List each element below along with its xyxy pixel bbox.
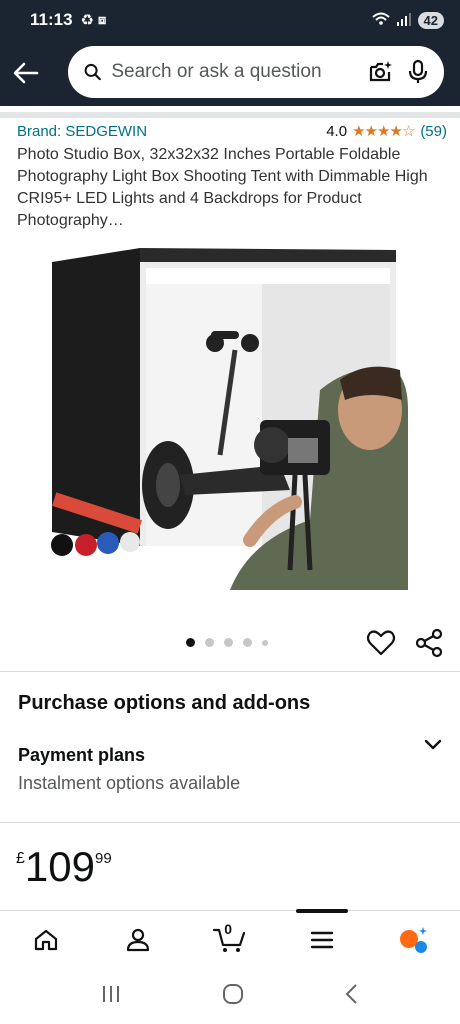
recent-apps-button[interactable] <box>100 984 122 1009</box>
search-icon <box>84 63 101 81</box>
carousel-dot[interactable] <box>243 638 252 647</box>
purchase-options-heading: Purchase options and add-ons <box>18 692 311 714</box>
rufus-assistant-icon <box>400 926 427 953</box>
nav-home[interactable] <box>0 911 92 968</box>
image-carousel-indicator <box>186 638 268 647</box>
rating-summary[interactable]: 4.0 ★★★★☆ (59) <box>326 122 447 141</box>
share-icon <box>415 628 443 658</box>
microphone-icon <box>409 59 428 83</box>
expand-button[interactable] <box>420 732 446 758</box>
wifi-icon <box>371 12 390 29</box>
nav-cart[interactable]: 0 <box>184 911 276 968</box>
product-title: Photo Studio Box, 32x32x32 Inches Portab… <box>17 146 428 229</box>
battery-indicator: 42 <box>417 11 444 29</box>
payment-plans-title: Payment plans <box>18 745 146 765</box>
signal-icon <box>396 12 412 29</box>
carousel-dot[interactable] <box>205 638 214 647</box>
system-navigation-bar <box>0 968 460 1024</box>
screen-record-icon: ⧈ <box>98 12 107 27</box>
price-currency: £ <box>16 850 25 867</box>
brand-rating-row: Brand: SEDGEWIN 4.0 ★★★★☆ (59) <box>17 122 447 141</box>
back-arrow-icon <box>13 62 39 84</box>
chevron-down-icon <box>424 739 442 750</box>
top-bar <box>0 40 460 106</box>
search-input[interactable] <box>111 61 357 83</box>
recycle-icon: ♻ <box>80 12 94 29</box>
payment-plans-subtitle: Instalment options available <box>18 773 241 793</box>
product-image[interactable] <box>50 240 410 590</box>
section-divider <box>0 822 460 823</box>
home-icon <box>34 929 58 950</box>
star-rating-icon: ★★★★☆ <box>352 123 415 140</box>
status-bar: 11:13 ♻ ⧈ 42 <box>0 0 460 40</box>
share-button[interactable] <box>414 628 444 658</box>
nav-menu[interactable] <box>276 911 368 968</box>
camera-sparkle-icon <box>370 61 393 82</box>
user-icon <box>126 928 150 951</box>
system-back-button[interactable] <box>344 983 360 1010</box>
recent-apps-icon <box>103 985 119 1002</box>
camera-search-button[interactable] <box>368 57 394 87</box>
brand-link[interactable]: Brand: SEDGEWIN <box>17 123 147 140</box>
carousel-dot[interactable] <box>186 638 195 647</box>
add-to-list-button[interactable] <box>366 628 396 658</box>
nav-account[interactable] <box>92 911 184 968</box>
back-button[interactable] <box>0 40 52 106</box>
header-divider <box>0 106 460 118</box>
chevron-left-icon <box>345 983 357 1004</box>
search-bar[interactable] <box>68 46 444 98</box>
home-circle-icon <box>223 983 243 1004</box>
rating-value: 4.0 <box>326 122 348 140</box>
carousel-dot[interactable] <box>224 638 233 647</box>
voice-search-button[interactable] <box>406 57 430 87</box>
status-time: 11:13 <box>30 10 73 29</box>
hamburger-menu-icon <box>310 931 334 948</box>
cart-count: 0 <box>224 921 232 937</box>
review-count-link[interactable]: (59) <box>420 123 447 140</box>
home-button[interactable] <box>222 983 244 1010</box>
price: £ 109 99 <box>16 846 112 888</box>
section-divider <box>0 671 460 672</box>
nav-rufus[interactable] <box>368 911 460 968</box>
price-whole: 109 <box>24 843 95 890</box>
carousel-dot[interactable] <box>262 639 268 646</box>
bottom-navigation: 0 <box>0 909 460 968</box>
heart-icon <box>366 630 396 656</box>
price-fraction: 99 <box>94 850 112 867</box>
